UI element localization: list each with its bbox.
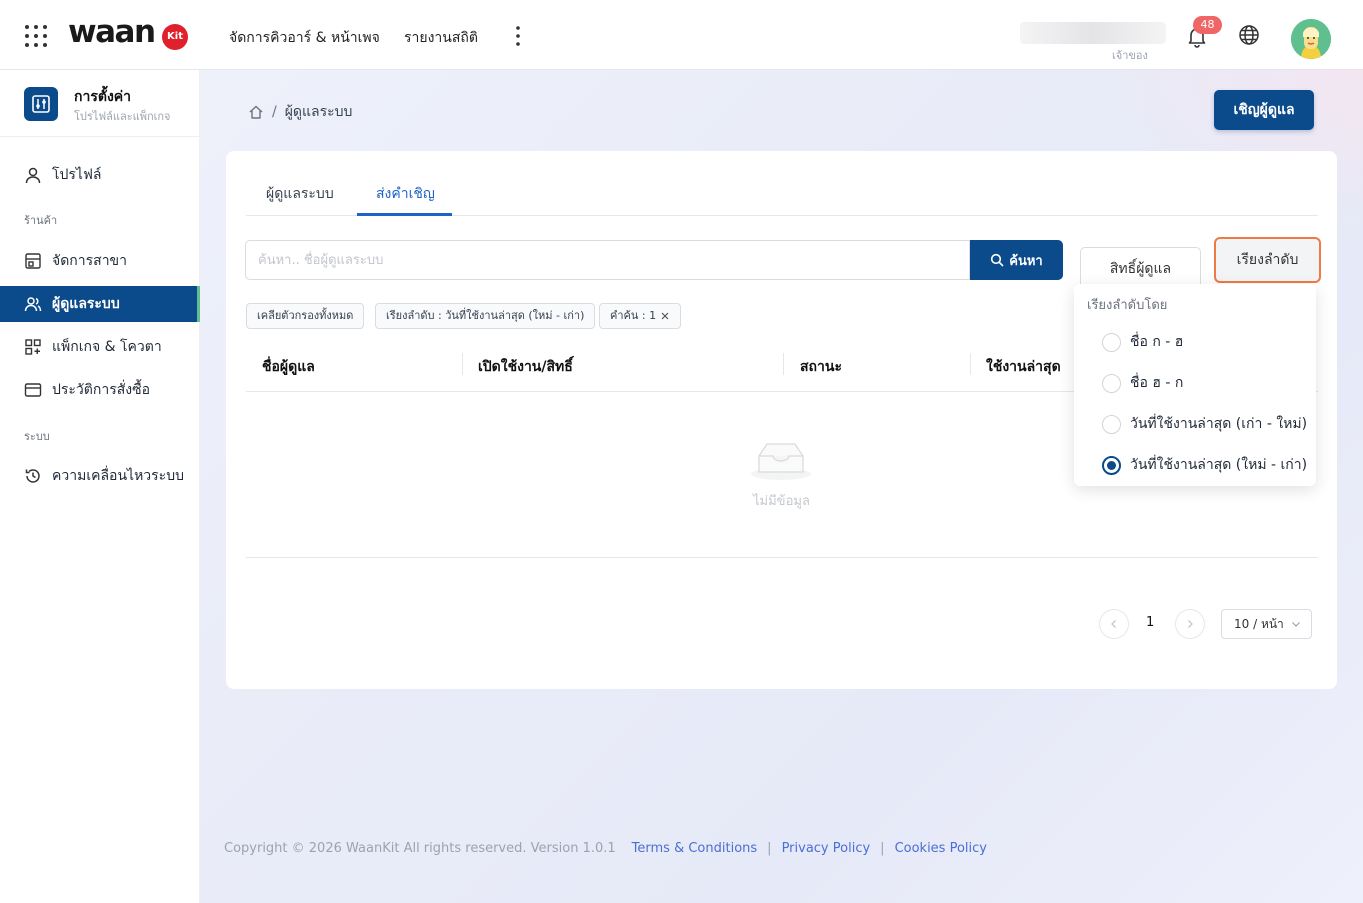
empty-inbox-icon — [751, 443, 811, 480]
permission-filter-button[interactable]: สิทธิ์ผู้ดูแล — [1080, 247, 1201, 287]
sort-option-date-desc[interactable]: วันที่ใช้งานล่าสุด (ใหม่ - เก่า) — [1102, 454, 1307, 476]
user-name-blurred[interactable] — [1020, 22, 1166, 44]
topnav-reports[interactable]: รายงานสถิติ — [404, 27, 478, 49]
clear-filters-chip[interactable]: เคลียตัวกรองทั้งหมด — [246, 303, 365, 329]
notification-badge: 48 — [1193, 16, 1222, 34]
search-button[interactable]: ค้นหา — [970, 240, 1063, 280]
card-icon — [24, 383, 42, 397]
users-icon — [24, 297, 42, 312]
column-header-last-active[interactable]: ใช้งานล่าสุด — [986, 356, 1061, 378]
sidebar-group-store: ร้านค้า — [24, 214, 58, 227]
search-icon — [991, 253, 1004, 267]
radio-button[interactable] — [1102, 332, 1121, 352]
sidebar-item-label: ความเคลื่อนไหวระบบ — [52, 468, 184, 484]
sidebar-header-subtitle: โปรไฟล์และแพ็กเกจ — [74, 110, 171, 123]
sidebar-item-label: แพ็กเกจ & โควตา — [52, 339, 162, 355]
chevron-left-icon — [1111, 620, 1116, 628]
sort-dropdown: เรียงลำดับโดย ชื่อ ก - ฮ ชื่อ ฮ - ก วันท… — [1074, 284, 1316, 486]
main-content: / ผู้ดูแลระบบ เชิญผู้ดูแล ผู้ดูแลระบบ ส่… — [200, 70, 1363, 903]
sidebar-item-profile[interactable]: โปรไฟล์ — [0, 157, 198, 193]
radio-button-selected[interactable] — [1102, 455, 1121, 475]
sidebar-group-system: ระบบ — [24, 430, 50, 443]
home-icon[interactable] — [248, 104, 264, 120]
prev-page-button[interactable] — [1099, 609, 1129, 639]
column-header-status[interactable]: สถานะ — [800, 356, 842, 378]
user-role: เจ้าของ — [1112, 49, 1148, 62]
sidebar-header-title: การตั้งค่า — [74, 89, 132, 105]
footer: Copyright © 2026 WaanKit All rights rese… — [224, 841, 987, 856]
search-button-label: ค้นหา — [1009, 253, 1043, 269]
sort-option-label: ชื่อ ฮ - ก — [1130, 375, 1184, 391]
sidebar-divider — [0, 136, 200, 137]
tab-active-indicator — [357, 213, 452, 216]
current-page-number[interactable]: 1 — [1146, 615, 1154, 630]
next-page-button[interactable] — [1175, 609, 1205, 639]
more-vertical-icon[interactable] — [508, 24, 528, 48]
radio-button[interactable] — [1102, 414, 1121, 434]
radio-button[interactable] — [1102, 373, 1121, 393]
page-size-value: 10 / หน้า — [1234, 617, 1284, 631]
breadcrumb-separator: / — [272, 104, 277, 120]
close-icon[interactable] — [660, 311, 670, 321]
column-header-enabled[interactable]: เปิดใช้งาน/สิทธิ์ — [478, 356, 573, 378]
footer-separator: | — [767, 841, 772, 856]
sidebar-item-orders[interactable]: ประวัติการสั่งซื้อ — [0, 372, 198, 408]
cookies-link[interactable]: Cookies Policy — [895, 841, 987, 856]
logo-badge: Kit — [162, 24, 188, 50]
sort-option-label: วันที่ใช้งานล่าสุด (เก่า - ใหม่) — [1130, 416, 1308, 432]
tab-invitations[interactable]: ส่งคำเชิญ — [376, 183, 435, 205]
top-bar: waan Kit จัดการคิวอาร์ & หน้าเพจ รายงานส… — [0, 0, 1363, 70]
footer-separator: | — [880, 841, 885, 856]
sidebar-item-label: โปรไฟล์ — [52, 167, 102, 183]
terms-link[interactable]: Terms & Conditions — [632, 841, 758, 856]
invite-admin-button[interactable]: เชิญผู้ดูแล — [1214, 90, 1314, 130]
privacy-link[interactable]: Privacy Policy — [782, 841, 871, 856]
copyright-text: Copyright © 2026 WaanKit All rights rese… — [224, 841, 616, 856]
column-separator — [970, 353, 971, 375]
user-icon — [25, 167, 41, 184]
store-icon — [25, 253, 41, 269]
search-input[interactable] — [245, 240, 970, 280]
sidebar-item-label: จัดการสาขา — [52, 253, 127, 269]
sidebar-item-packages[interactable]: แพ็กเกจ & โควตา — [0, 329, 198, 365]
settings-sliders-icon — [24, 87, 58, 121]
avatar[interactable] — [1291, 19, 1331, 59]
sidebar-item-activity[interactable]: ความเคลื่อนไหวระบบ — [0, 458, 198, 494]
column-header-name[interactable]: ชื่อผู้ดูแล — [262, 356, 315, 378]
logo-text[interactable]: waan — [68, 14, 156, 50]
breadcrumb-current: ผู้ดูแลระบบ — [284, 104, 353, 120]
keyword-filter-chip[interactable]: คำค้น : 1 — [599, 303, 682, 329]
column-separator — [783, 353, 784, 375]
globe-icon[interactable] — [1237, 23, 1261, 47]
page-size-select[interactable]: 10 / หน้า — [1221, 609, 1312, 639]
keyword-chip-label: คำค้น : 1 — [610, 309, 657, 322]
table-bottom-divider — [246, 557, 1318, 558]
sidebar-item-label: ผู้ดูแลระบบ — [52, 296, 120, 312]
column-separator — [462, 353, 463, 375]
sidebar-item-admins[interactable]: ผู้ดูแลระบบ — [0, 286, 198, 322]
breadcrumb: / ผู้ดูแลระบบ — [248, 101, 352, 123]
sort-dropdown-title: เรียงลำดับโดย — [1087, 298, 1168, 313]
sort-option-label: ชื่อ ก - ฮ — [1130, 334, 1184, 350]
sidebar-item-branches[interactable]: จัดการสาขา — [0, 243, 198, 279]
sidebar: การตั้งค่า โปรไฟล์และแพ็กเกจ โปรไฟล์ ร้า… — [0, 70, 200, 903]
sort-option-name-asc[interactable]: ชื่อ ก - ฮ — [1102, 331, 1183, 353]
sort-button[interactable]: เรียงลำดับ — [1214, 237, 1321, 283]
chevron-right-icon — [1188, 620, 1193, 628]
tab-admins[interactable]: ผู้ดูแลระบบ — [266, 183, 334, 205]
sort-filter-chip[interactable]: เรียงลำดับ : วันที่ใช้งานล่าสุด (ใหม่ - … — [375, 303, 596, 329]
apps-grid-icon[interactable] — [24, 24, 48, 48]
sidebar-item-label: ประวัติการสั่งซื้อ — [52, 382, 151, 398]
chevron-down-icon — [1292, 622, 1300, 627]
topnav-qr-pages[interactable]: จัดการคิวอาร์ & หน้าเพจ — [229, 27, 380, 49]
empty-state-text: ไม่มีข้อมูล — [753, 494, 810, 509]
grid-icon — [25, 339, 41, 355]
history-icon — [25, 469, 40, 483]
sort-option-date-asc[interactable]: วันที่ใช้งานล่าสุด (เก่า - ใหม่) — [1102, 413, 1307, 435]
sort-option-name-desc[interactable]: ชื่อ ฮ - ก — [1102, 372, 1183, 394]
sort-option-label: วันที่ใช้งานล่าสุด (ใหม่ - เก่า) — [1130, 457, 1308, 473]
